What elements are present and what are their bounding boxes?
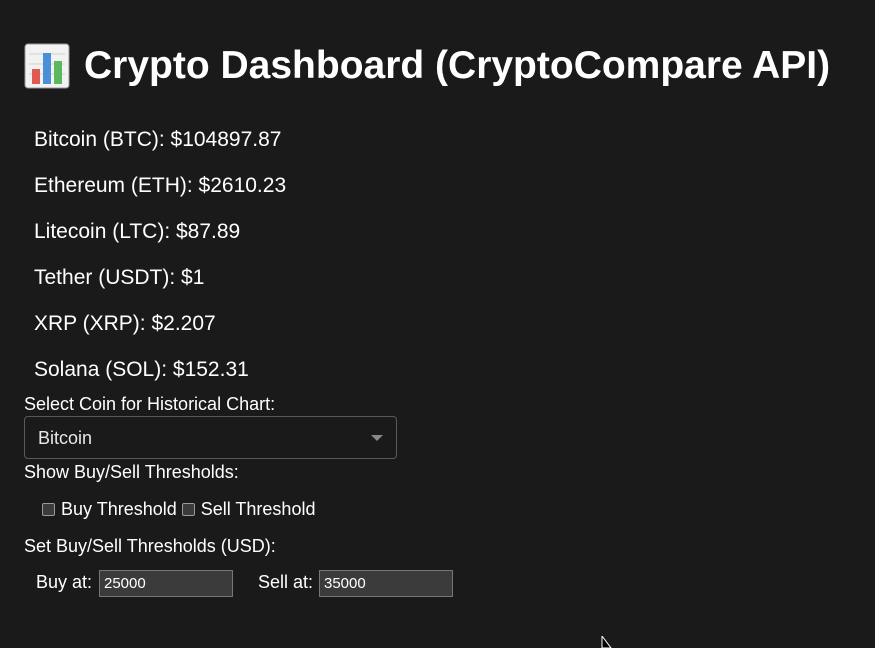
coin-select-dropdown[interactable]: Bitcoin (24, 416, 397, 459)
mouse-cursor-icon (601, 636, 612, 648)
price-ltc: Litecoin (LTC): $87.89 (34, 220, 241, 243)
price-sol: Solana (SOL): $152.31 (34, 358, 249, 381)
buy-at-input[interactable] (99, 570, 233, 597)
buy-threshold-checkbox-label[interactable]: Buy Threshold (61, 499, 177, 520)
coin-select-value: Bitcoin (38, 428, 93, 448)
price-xrp: XRP (XRP): $2.207 (34, 312, 216, 335)
sell-threshold-checkbox-label[interactable]: Sell Threshold (201, 499, 316, 520)
bar-chart-icon (24, 43, 70, 89)
buy-at-label: Buy at: (36, 572, 93, 592)
sell-threshold-checkbox[interactable] (181, 502, 195, 516)
page-title-text: Crypto Dashboard (CryptoCompare API) (84, 44, 831, 87)
price-btc: Bitcoin (BTC): $104897.87 (34, 128, 282, 151)
thresholds-toggle-label: Show Buy/Sell Thresholds: (24, 462, 239, 482)
threshold-checkbox-row: Buy Threshold Sell Threshold (42, 497, 320, 521)
coin-select-label: Select Coin for Historical Chart: (24, 394, 276, 414)
chevron-down-icon (371, 435, 383, 441)
sell-at-label: Sell at: (258, 572, 314, 592)
sell-at-input[interactable] (319, 570, 453, 597)
buy-threshold-checkbox[interactable] (42, 502, 55, 516)
page-title: Crypto Dashboard (CryptoCompare API) (24, 40, 830, 92)
price-eth: Ethereum (ETH): $2610.23 (34, 174, 287, 197)
thresholds-label: Set Buy/Sell Thresholds (USD): (24, 536, 276, 556)
price-usdt: Tether (USDT): $1 (34, 266, 205, 289)
